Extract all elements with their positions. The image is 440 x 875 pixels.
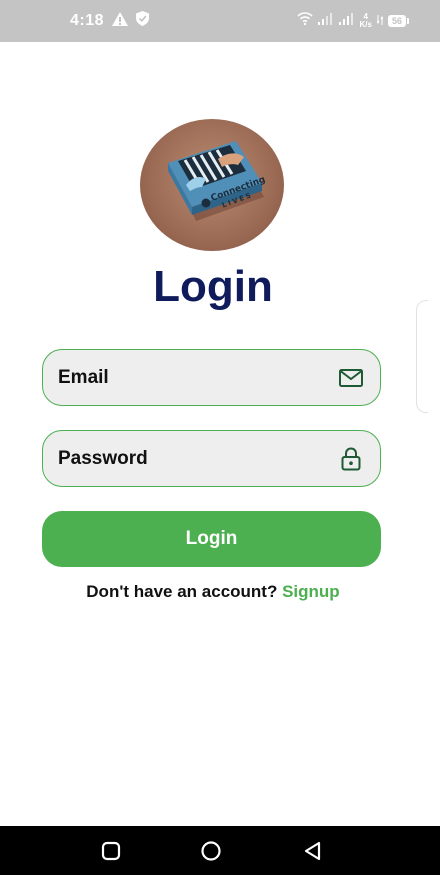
speed-unit: K/s [359,20,372,29]
home-icon[interactable] [200,840,222,862]
signup-row: Don't have an account? Signup [0,582,426,602]
edge-panel-handle[interactable] [416,300,428,413]
navigation-bar [0,826,440,875]
lock-icon [338,446,364,472]
password-placeholder: Password [58,447,148,469]
sync-icon [376,12,384,30]
status-bar: 4:18 4 K/s 56 [0,0,440,42]
battery-indicator: 56 [387,15,410,27]
signal-icon [338,12,355,30]
email-field[interactable]: Email [42,349,381,406]
password-field[interactable]: Password [42,430,381,487]
login-button[interactable]: Login [42,511,381,567]
status-bar-left: 4:18 [70,11,150,31]
app-logo: Connecting LIVES [140,119,284,251]
signup-prompt: Don't have an account? [86,582,278,601]
page-title: Login [153,262,273,311]
shield-icon [136,11,150,31]
logo-graphic: Connecting LIVES [168,141,267,221]
recents-icon[interactable] [100,840,122,862]
back-icon[interactable] [302,840,324,862]
status-time: 4:18 [70,12,105,29]
email-placeholder: Email [58,366,109,388]
mail-icon [338,365,364,391]
status-bar-right: 4 K/s 56 [296,12,410,30]
signup-link[interactable]: Signup [282,582,340,601]
wifi-icon [296,12,313,30]
alert-icon [112,11,129,31]
network-speed: 4 K/s [360,13,372,29]
signal-icon [317,12,334,30]
